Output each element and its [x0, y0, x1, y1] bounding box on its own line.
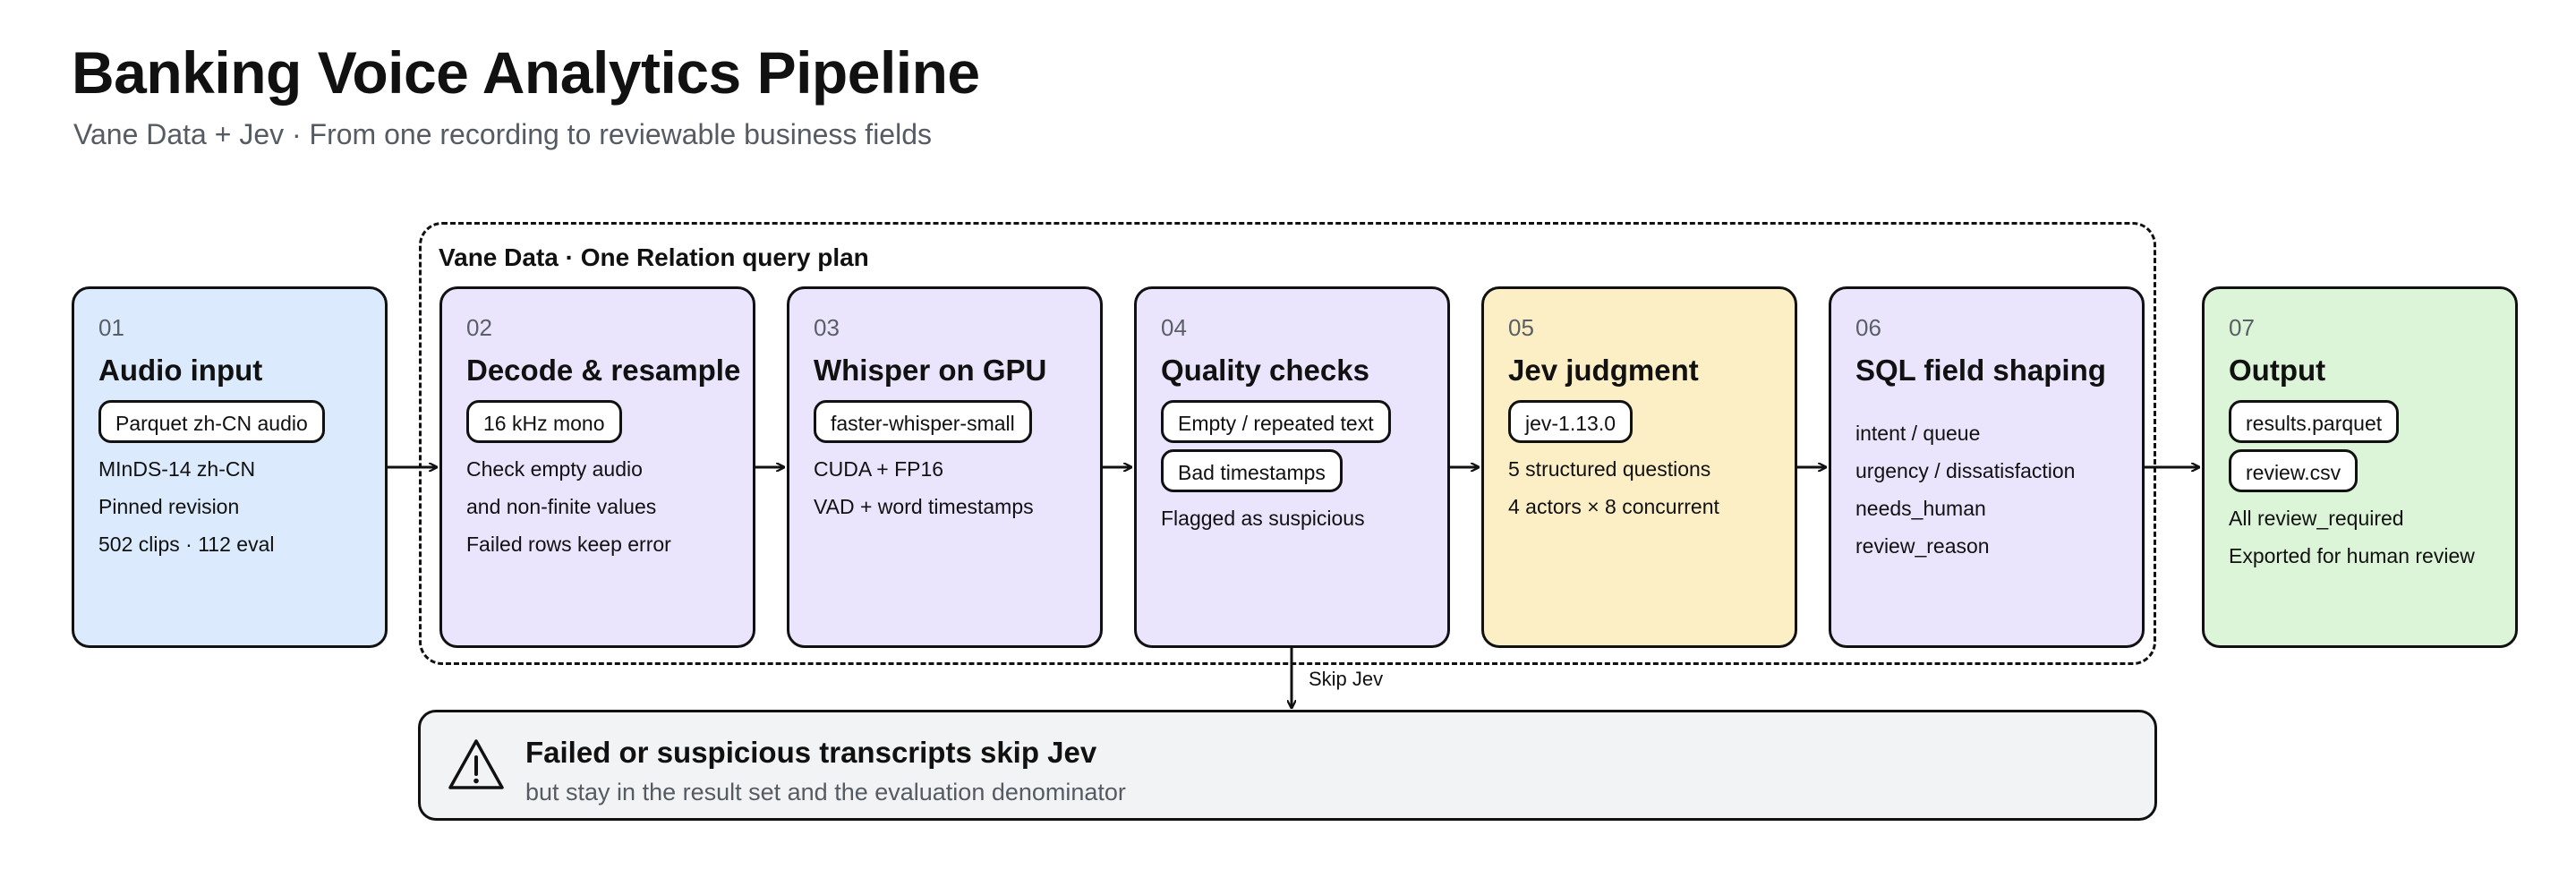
warning-icon	[448, 739, 504, 789]
note-subtitle: but stay in the result set and the evalu…	[525, 779, 1126, 806]
stage-decode-resample: 02 Decode & resample 16 kHz mono Check e…	[439, 286, 755, 648]
skip-note-banner: Failed or suspicious transcripts skip Je…	[418, 710, 2157, 821]
stage-number: 03	[814, 314, 840, 341]
stage-detail: Flagged as suspicious	[1161, 507, 1365, 530]
stage-title: Output	[2229, 354, 2326, 387]
vane-data-group-label: Vane Data · One Relation query plan	[439, 243, 869, 271]
stage-chip: jev-1.13.0	[1508, 400, 1633, 443]
stage-detail: intent / queue	[1855, 422, 1981, 445]
stage-detail: 502 clips · 112 eval	[98, 533, 275, 556]
stage-chip: 16 kHz mono	[466, 400, 622, 443]
stage-chip: faster-whisper-small	[814, 400, 1032, 443]
stage-title: Audio input	[98, 354, 263, 387]
stage-detail: Check empty audio	[466, 457, 643, 481]
stage-number: 02	[466, 314, 492, 341]
stage-number: 06	[1855, 314, 1881, 341]
stage-detail: All review_required	[2229, 507, 2404, 530]
stage-output: 07 Output results.parquet review.csv All…	[2202, 286, 2518, 648]
stage-detail: urgency / dissatisfaction	[1855, 459, 2076, 482]
stage-chip: review.csv	[2229, 449, 2358, 492]
stage-number: 01	[98, 314, 124, 341]
stage-chip: Parquet zh-CN audio	[98, 400, 325, 443]
page-title: Banking Voice Analytics Pipeline	[72, 39, 980, 106]
stage-title: Jev judgment	[1508, 354, 1699, 387]
stage-detail: VAD + word timestamps	[814, 495, 1034, 518]
page-subtitle: Vane Data + Jev · From one recording to …	[73, 118, 932, 150]
stage-detail: MInDS-14 zh-CN	[98, 457, 256, 481]
stage-chip: Bad timestamps	[1161, 449, 1343, 492]
stage-title: Whisper on GPU	[814, 354, 1047, 387]
stage-detail: needs_human	[1855, 497, 1986, 520]
skip-jev-label: Skip Jev	[1309, 668, 1384, 690]
stage-detail: 5 structured questions	[1508, 457, 1711, 481]
stage-number: 07	[2229, 314, 2255, 341]
stage-title: Decode & resample	[466, 354, 741, 387]
stage-jev-judgment: 05 Jev judgment jev-1.13.0 5 structured …	[1481, 286, 1797, 648]
stage-detail: Failed rows keep error	[466, 533, 671, 556]
stage-audio-input: 01 Audio input Parquet zh-CN audio MInDS…	[72, 286, 388, 648]
stage-chip: results.parquet	[2229, 400, 2400, 443]
stage-detail: 4 actors × 8 concurrent	[1508, 495, 1719, 518]
stage-whisper-gpu: 03 Whisper on GPU faster-whisper-small C…	[787, 286, 1103, 648]
stage-number: 05	[1508, 314, 1534, 341]
stage-quality-checks: 04 Quality checks Empty / repeated text …	[1134, 286, 1450, 648]
stage-sql-field-shaping: 06 SQL field shaping intent / queue urge…	[1829, 286, 2145, 648]
stage-title: Quality checks	[1161, 354, 1369, 387]
stage-detail: CUDA + FP16	[814, 457, 944, 481]
stage-chip: Empty / repeated text	[1161, 400, 1391, 443]
stage-title: SQL field shaping	[1855, 354, 2106, 387]
stage-detail: review_reason	[1855, 534, 1990, 558]
stage-detail: Pinned revision	[98, 495, 240, 518]
stage-detail: Exported for human review	[2229, 544, 2475, 567]
note-title: Failed or suspicious transcripts skip Je…	[525, 736, 1097, 769]
stage-number: 04	[1161, 314, 1187, 341]
stage-detail: and non-finite values	[466, 495, 657, 518]
